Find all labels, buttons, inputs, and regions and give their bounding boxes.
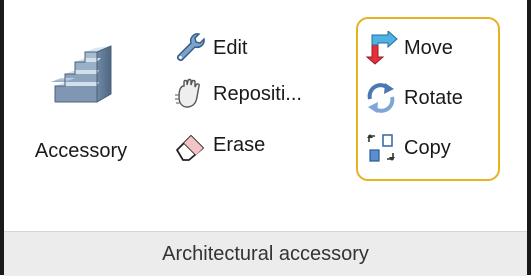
wrench-icon — [177, 33, 205, 61]
hand-icon — [175, 78, 200, 108]
highlight-box — [356, 17, 500, 181]
panel-border-right — [527, 0, 531, 275]
accessory-button-label: Accessory — [34, 140, 128, 162]
panel-title-label: Architectural accessory — [162, 242, 369, 265]
edit-button-label: Edit — [213, 36, 248, 59]
accessory-button[interactable]: Accessory — [14, 28, 148, 188]
reposition-button-label: Repositi... — [213, 82, 302, 105]
ribbon-panel: Accessory Edit Repositi... Erase Move Ro… — [0, 0, 531, 276]
panel-title: Architectural accessory — [4, 231, 527, 276]
erase-button-label: Erase — [213, 133, 266, 156]
erase-button[interactable]: Erase — [173, 127, 265, 163]
eraser-icon — [176, 135, 204, 161]
edit-button[interactable]: Edit — [173, 30, 247, 66]
stairs-icon — [51, 45, 112, 103]
reposition-button[interactable]: Repositi... — [173, 76, 302, 112]
